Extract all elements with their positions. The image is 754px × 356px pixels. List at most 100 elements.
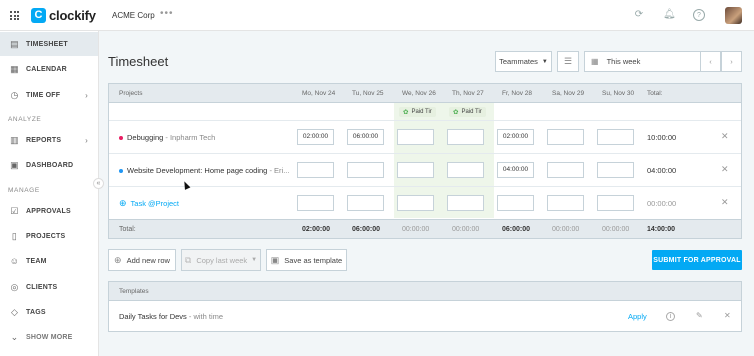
template-subtitle: - with time — [188, 312, 224, 321]
select-project-button[interactable]: ⊕ Task @Project — [119, 198, 179, 209]
templates-header: Templates — [109, 282, 741, 301]
templates-heading: Templates — [119, 288, 149, 295]
sidebar-item-team[interactable]: ☺ TEAM — [0, 249, 98, 273]
column-day: We, Nov 26 — [402, 90, 436, 97]
clockify-logo[interactable]: C clockify — [31, 7, 96, 24]
bell-icon[interactable]: 🔔︎ — [663, 9, 676, 21]
row-total: 04:00:00 — [647, 166, 677, 175]
column-day: Sa, Nov 29 — [552, 90, 585, 97]
time-cell[interactable] — [447, 195, 484, 211]
sidebar-item-approvals[interactable]: ☑ APPROVALS — [0, 199, 98, 223]
grand-total: 14:00:00 — [647, 226, 676, 233]
time-cell[interactable] — [447, 129, 484, 145]
time-off-label: Paid Tir — [461, 109, 482, 115]
delete-row-icon[interactable]: ✕ — [721, 197, 729, 208]
next-week-button[interactable]: › — [721, 51, 742, 72]
time-off-badge: ✿ Paid Tir — [449, 107, 486, 117]
sidebar-item-time-off[interactable]: ◷ TIME OFF › — [0, 83, 98, 107]
delete-row-icon[interactable]: ✕ — [721, 164, 729, 175]
time-cell[interactable] — [547, 129, 584, 145]
time-cell[interactable] — [447, 162, 484, 178]
time-cell[interactable]: 06:00:00 — [347, 129, 384, 145]
dashboard-icon: ▣ — [10, 159, 19, 170]
time-cell[interactable] — [597, 129, 634, 145]
time-cell[interactable] — [547, 195, 584, 211]
workspace-name[interactable]: ACME Corp — [112, 11, 155, 20]
copy-last-week-label: Copy last week — [196, 255, 248, 265]
save-as-template-button[interactable]: ▣ Save as template — [266, 249, 347, 271]
copy-last-week-button[interactable]: ⧉ Copy last week ▼ — [181, 249, 261, 271]
sidebar-item-dashboard[interactable]: ▣ DASHBOARD — [0, 153, 98, 177]
list-icon: ☰ — [563, 56, 573, 66]
page-title: Timesheet — [108, 54, 169, 69]
column-day: Fr, Nov 28 — [502, 90, 532, 97]
clockify-logo-icon: C — [31, 8, 46, 23]
leaf-icon: ✿ — [453, 109, 459, 116]
sidebar: ▤ TIMESHEET ▦ CALENDAR ◷ TIME OFF › ANAL… — [0, 31, 99, 356]
previous-week-button[interactable]: ‹ — [700, 51, 721, 72]
sidebar-item-reports[interactable]: ▥ REPORTS › — [0, 128, 98, 152]
time-cell[interactable] — [397, 195, 434, 211]
day-total: 06:00:00 — [502, 226, 531, 233]
project-name[interactable]: Debugging - Inpharm Tech — [119, 133, 215, 142]
clients-icon: ◎ — [10, 281, 19, 292]
time-cell[interactable]: 04:00:00 — [497, 162, 534, 178]
time-cell[interactable] — [297, 195, 334, 211]
sidebar-item-label: DASHBOARD — [26, 161, 74, 169]
team-icon: ☺ — [9, 255, 20, 266]
sidebar-item-projects[interactable]: ▯ PROJECTS — [0, 224, 98, 248]
sidebar-item-tags[interactable]: ◇ TAGS — [0, 300, 98, 324]
workspace-more-button[interactable]: ••• — [160, 8, 174, 19]
day-total: 00:00:00 — [402, 226, 430, 233]
sidebar-item-timesheet[interactable]: ▤ TIMESHEET — [0, 32, 98, 56]
time-cell[interactable] — [397, 162, 434, 178]
timer-icon[interactable]: ⟳ — [633, 9, 645, 21]
column-day: Th, Nov 27 — [452, 90, 484, 97]
sidebar-item-label: CLIENTS — [26, 283, 58, 291]
day-total: 06:00:00 — [352, 226, 381, 233]
submit-for-approval-button[interactable]: SUBMIT FOR APPROVAL — [652, 250, 742, 270]
table-row: ⊕ Task @Project 00:00:00 ✕ — [109, 186, 741, 219]
sidebar-show-more[interactable]: ⌄ SHOW MORE — [0, 325, 98, 349]
list-view-button[interactable]: ☰ — [557, 51, 579, 72]
time-cell[interactable] — [597, 162, 634, 178]
teammates-dropdown[interactable]: Teammates ▼ — [495, 51, 552, 72]
footer-total-label: Total: — [119, 226, 136, 233]
help-icon[interactable]: ? — [693, 9, 705, 21]
client-label: Inpharm Tech — [169, 133, 216, 142]
time-cell[interactable] — [297, 162, 334, 178]
sidebar-item-clients[interactable]: ◎ CLIENTS — [0, 275, 98, 299]
time-cell[interactable]: 02:00:00 — [297, 129, 334, 145]
apps-grid-icon[interactable] — [10, 11, 19, 20]
project-name[interactable]: Website Development: Home page coding - … — [119, 166, 289, 175]
time-cell[interactable]: 02:00:00 — [497, 129, 534, 145]
close-icon[interactable]: ✕ — [724, 311, 731, 320]
chevron-down-icon: ⌄ — [10, 331, 19, 342]
time-cell[interactable] — [597, 195, 634, 211]
avatar[interactable] — [725, 7, 742, 24]
delete-row-icon[interactable]: ✕ — [721, 131, 729, 142]
info-icon[interactable]: i — [666, 312, 675, 321]
collapse-sidebar-button[interactable]: « — [93, 178, 104, 189]
sidebar-item-label: TIMESHEET — [26, 40, 68, 48]
time-cell[interactable] — [347, 195, 384, 211]
sidebar-item-calendar[interactable]: ▦ CALENDAR — [0, 57, 98, 81]
time-off-label: Paid Tir — [411, 109, 432, 115]
table-header: Projects Mo, Nov 24 Tu, Nov 25 We, Nov 2… — [109, 84, 741, 103]
time-cell[interactable] — [547, 162, 584, 178]
apply-template-link[interactable]: Apply — [628, 312, 647, 321]
add-new-row-button[interactable]: ⊕ Add new row — [108, 249, 176, 271]
time-cell[interactable] — [397, 129, 434, 145]
day-total: 02:00:00 — [302, 226, 331, 233]
row-total: 10:00:00 — [647, 133, 677, 142]
chevron-right-icon: › — [85, 90, 88, 100]
week-label: This week — [606, 57, 641, 66]
time-cell[interactable] — [347, 162, 384, 178]
week-picker[interactable]: ▦ This week — [584, 51, 701, 72]
column-projects: Projects — [119, 90, 143, 97]
approvals-icon: ☑ — [10, 205, 19, 216]
time-cell[interactable] — [497, 195, 534, 211]
clock-icon: ◷ — [10, 89, 19, 100]
project-label: Debugging — [127, 133, 164, 142]
edit-icon[interactable]: ✎ — [696, 311, 703, 320]
